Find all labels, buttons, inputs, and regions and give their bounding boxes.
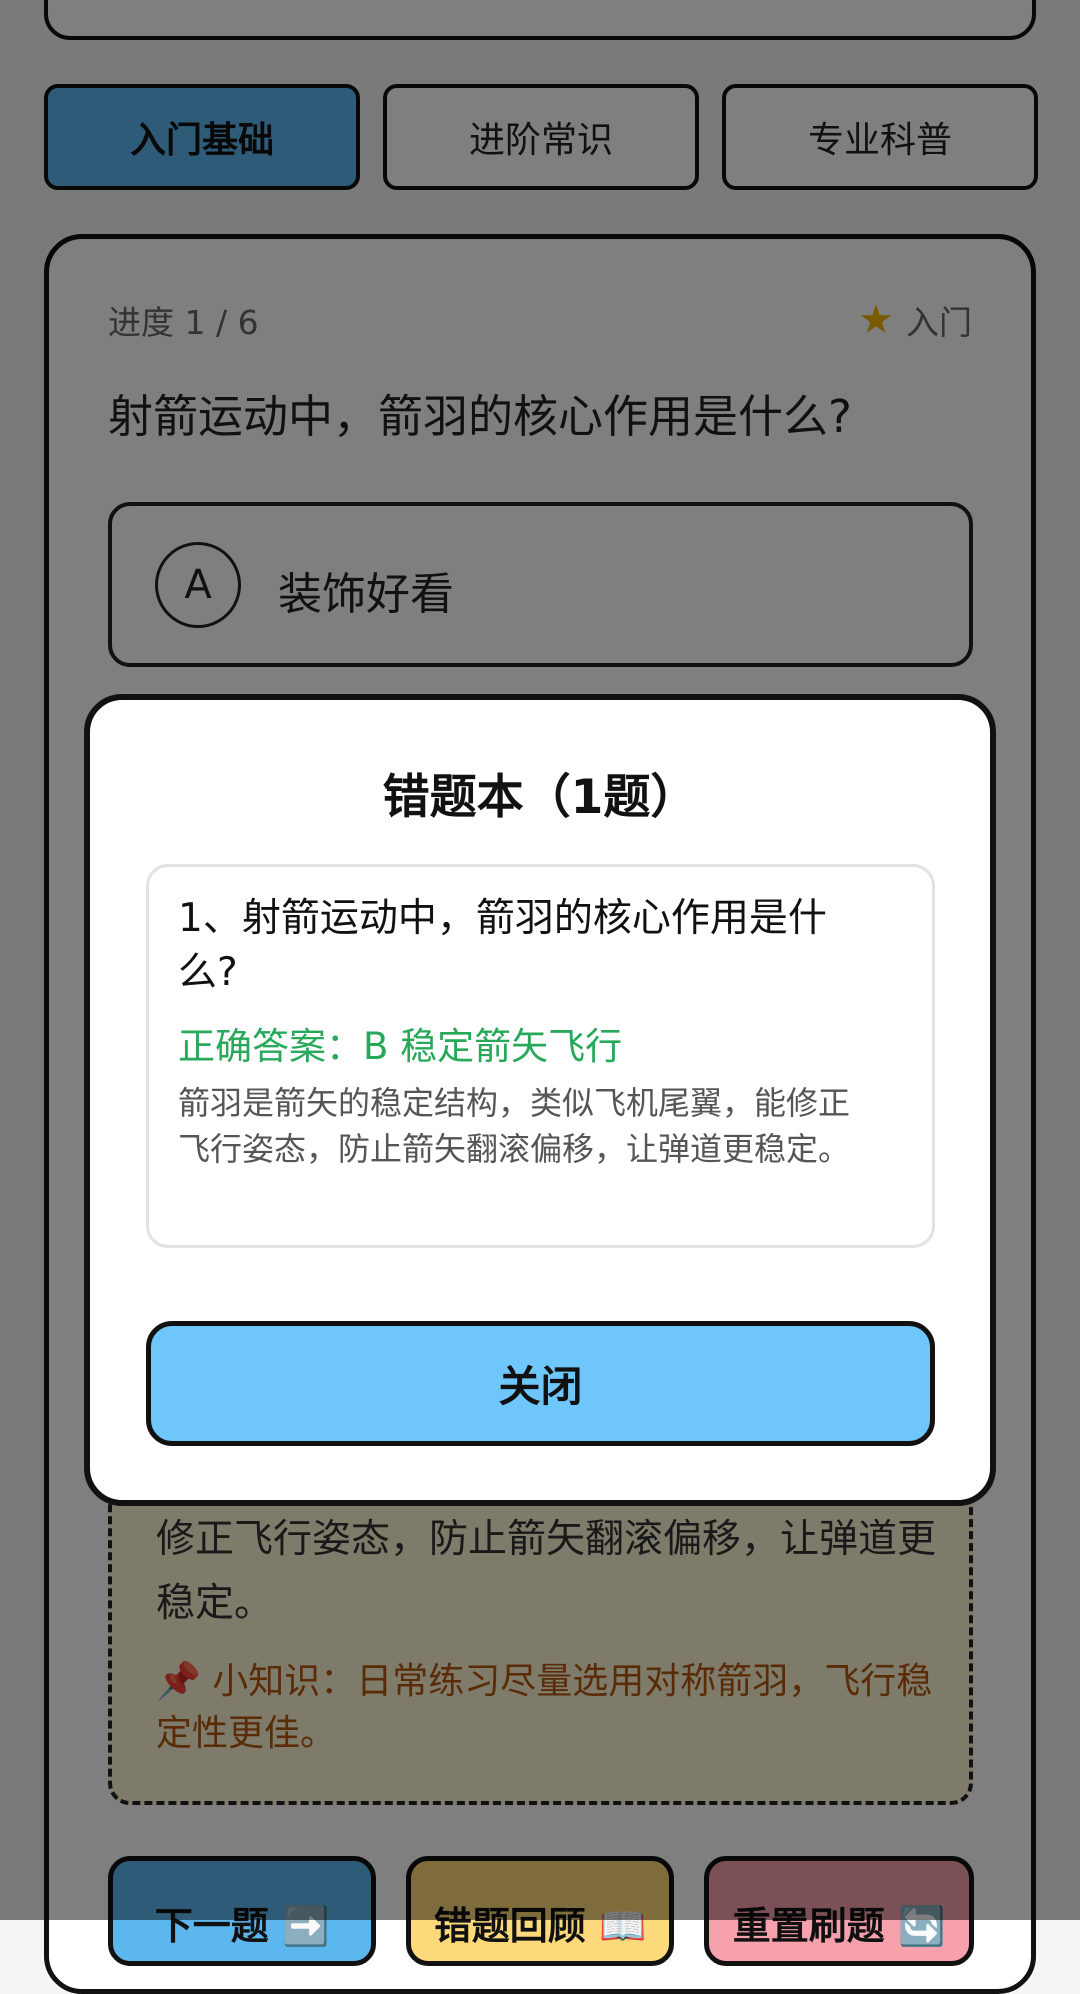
wrong-item-answer: 正确答案：B 稳定箭矢飞行: [178, 1025, 623, 1068]
modal-title: 错题本（1题）: [382, 770, 698, 825]
wrong-item-explanation: 箭羽是箭矢的稳定结构，类似飞机尾翼，能修正飞行姿态，防止箭矢翻滚偏移，让弹道更稳…: [178, 1084, 851, 1168]
close-button[interactable]: 关闭: [146, 1321, 935, 1446]
wrong-item-question: 1、射箭运动中，箭羽的核心作用是什么?: [178, 896, 827, 995]
